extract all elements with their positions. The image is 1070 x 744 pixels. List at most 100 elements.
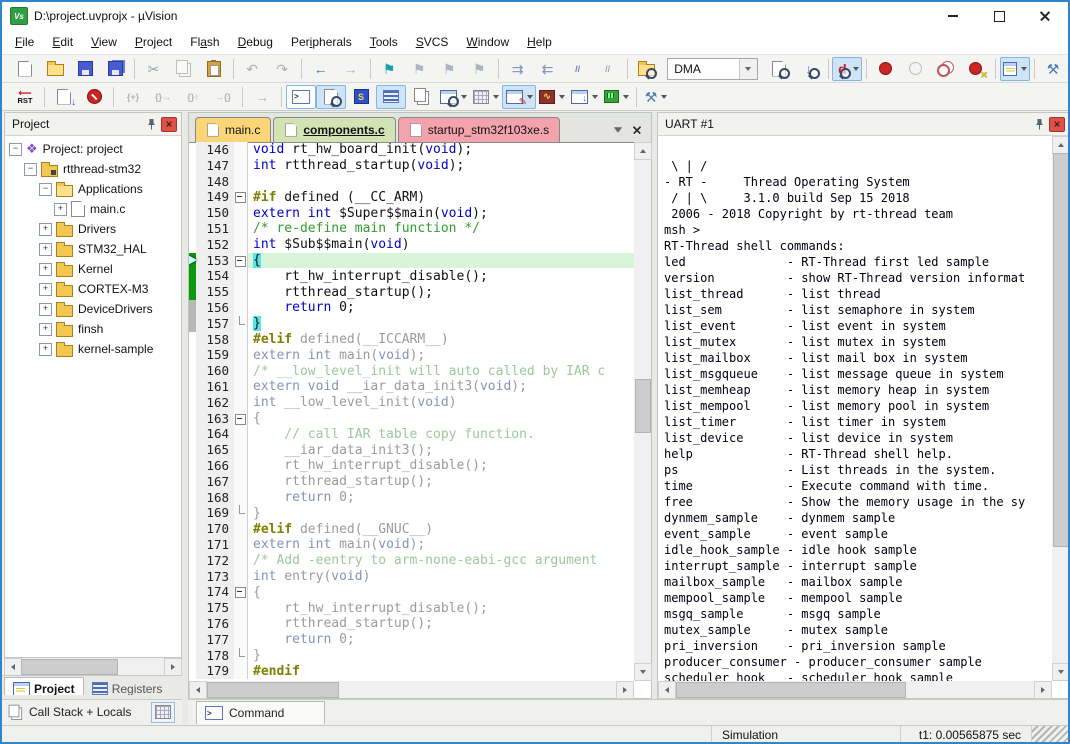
tree-item-finsh[interactable]: +finsh <box>5 319 181 339</box>
editor-horizontal-scrollbar[interactable] <box>189 681 634 698</box>
fold-gutter[interactable] <box>234 411 248 427</box>
menu-window[interactable]: Window <box>457 32 518 52</box>
system-viewer-windows-button[interactable] <box>568 85 601 109</box>
bookmark-previous-button[interactable]: ⚑ <box>404 57 434 81</box>
save-all-button[interactable] <box>100 57 130 81</box>
copy-button[interactable] <box>169 57 199 81</box>
minimize-button[interactable] <box>930 2 976 30</box>
undo-button[interactable]: ↶ <box>237 57 267 81</box>
tab-list-dropdown-button[interactable] <box>614 127 622 133</box>
menu-help[interactable]: Help <box>518 32 561 52</box>
paste-button[interactable] <box>199 57 229 81</box>
show-next-statement-button[interactable]: → <box>247 85 277 109</box>
run-button[interactable]: ↓ <box>49 85 79 109</box>
tree-item-stm32-hal[interactable]: +STM32_HAL <box>5 239 181 259</box>
tree-item-main-c[interactable]: +main.c <box>5 199 181 219</box>
analysis-windows-button[interactable]: ∿ <box>536 85 568 109</box>
tree-item-kernel-sample[interactable]: +kernel-sample <box>5 339 181 359</box>
menu-svcs[interactable]: SVCS <box>407 32 458 52</box>
kill-all-breakpoints-button[interactable]: ✕ <box>961 57 991 81</box>
tab-main-c[interactable]: main.c <box>195 117 271 142</box>
expand-icon[interactable]: + <box>39 263 52 276</box>
menu-tools[interactable]: Tools <box>361 32 407 52</box>
serial-windows-button[interactable]: ✎ <box>502 85 536 109</box>
stop-button[interactable] <box>79 85 109 109</box>
tree-item-kernel[interactable]: +Kernel <box>5 259 181 279</box>
insert-remove-breakpoint-button[interactable] <box>871 57 901 81</box>
tree-item-project-project[interactable]: −❖Project: project <box>5 139 181 159</box>
watch-windows-button[interactable] <box>436 85 470 109</box>
bookmark-next-button[interactable]: ⚑ <box>434 57 464 81</box>
run-to-cursor-button[interactable]: →{} <box>208 85 238 109</box>
expand-icon[interactable]: + <box>39 223 52 236</box>
memory-windows-button[interactable] <box>470 85 502 109</box>
debug-tools-button[interactable]: ⚒ <box>641 85 671 109</box>
uart-vertical-scrollbar[interactable] <box>1052 136 1069 681</box>
call-stack-window-button[interactable] <box>406 85 436 109</box>
find-button[interactable] <box>764 57 794 81</box>
find-in-files-button[interactable] <box>631 57 661 81</box>
expand-icon[interactable]: + <box>39 243 52 256</box>
file-search-dropdown-button[interactable] <box>739 59 757 79</box>
close-document-button[interactable] <box>632 125 642 135</box>
bookmark-toggle-button[interactable]: ⚑ <box>374 57 404 81</box>
customize-tools-button[interactable]: ⚒ <box>1038 57 1068 81</box>
step-into-button[interactable]: {+} <box>118 85 148 109</box>
menu-view[interactable]: View <box>82 32 126 52</box>
project-horizontal-scrollbar[interactable] <box>4 658 182 675</box>
expand-icon[interactable]: + <box>39 343 52 356</box>
step-over-button[interactable]: {}→ <box>148 85 178 109</box>
command-window-button[interactable]: > <box>286 85 316 109</box>
code-area[interactable]: 146void rt_hw_board_init(void);147int rt… <box>189 142 635 679</box>
open-file-button[interactable] <box>40 57 70 81</box>
code-editor[interactable]: main.ccomponents.cstartup_stm32f103xe.s … <box>188 112 652 699</box>
window-views-button[interactable] <box>1000 57 1030 81</box>
tree-item-devicedrivers[interactable]: +DeviceDrivers <box>5 299 181 319</box>
tree-item-rtthread-stm32[interactable]: −rtthread-stm32 <box>5 159 181 179</box>
pin-button[interactable] <box>144 117 158 131</box>
fold-gutter[interactable] <box>234 584 248 600</box>
resize-grip[interactable] <box>1031 726 1068 744</box>
uncomment-selection-button[interactable]: // <box>593 57 623 81</box>
collapse-icon[interactable]: − <box>24 163 37 176</box>
close-button[interactable] <box>1022 2 1068 30</box>
disable-all-breakpoints-button[interactable] <box>931 57 961 81</box>
tree-item-drivers[interactable]: +Drivers <box>5 219 181 239</box>
comment-selection-button[interactable]: // <box>563 57 593 81</box>
collapse-icon[interactable]: − <box>39 183 52 196</box>
maximize-button[interactable] <box>976 2 1022 30</box>
toolbox-window-button[interactable] <box>601 85 632 109</box>
navigate-back-button[interactable]: ← <box>306 57 336 81</box>
project-tree[interactable]: −❖Project: project−rtthread-stm32−Applic… <box>5 135 181 657</box>
tab-startup-stm32f103xe-s[interactable]: startup_stm32f103xe.s <box>398 117 560 142</box>
reset-button[interactable]: ⟵RST <box>10 85 40 109</box>
step-out-button[interactable]: {}↑ <box>178 85 208 109</box>
uart-horizontal-scrollbar[interactable] <box>658 681 1052 698</box>
callstack-bar[interactable]: Call Stack + Locals <box>2 699 184 724</box>
menu-debug[interactable]: Debug <box>229 32 282 52</box>
outdent-button[interactable]: ⇇ <box>533 57 563 81</box>
expand-icon[interactable]: + <box>39 303 52 316</box>
tree-item-applications[interactable]: −Applications <box>5 179 181 199</box>
redo-button[interactable]: ↷ <box>267 57 297 81</box>
symbol-window-button[interactable]: S <box>346 85 376 109</box>
fold-gutter[interactable] <box>234 253 248 269</box>
memory-grid-button[interactable] <box>151 702 175 723</box>
menu-project[interactable]: Project <box>126 32 181 52</box>
expand-icon[interactable]: + <box>39 323 52 336</box>
cut-button[interactable]: ✂ <box>139 57 169 81</box>
file-search-combo[interactable]: DMA <box>667 58 758 80</box>
menu-edit[interactable]: Edit <box>43 32 82 52</box>
menu-flash[interactable]: Flash <box>181 32 228 52</box>
uart1-output[interactable]: \ | /- RT - Thread Operating System / | … <box>658 136 1060 681</box>
bookmark-clear-all-button[interactable]: ⚑ <box>464 57 494 81</box>
expand-icon[interactable]: + <box>39 283 52 296</box>
start-stop-debug-session-button[interactable]: d <box>832 57 862 81</box>
project-panel-close-button[interactable] <box>161 117 177 132</box>
incremental-find-button[interactable]: ↓ <box>794 57 824 81</box>
tab-components-c[interactable]: components.c <box>273 117 395 142</box>
uart1-panel-close-button[interactable] <box>1049 117 1065 132</box>
pin-button[interactable] <box>1032 117 1046 131</box>
menu-file[interactable]: File <box>6 32 43 52</box>
registers-window-button[interactable] <box>376 85 406 109</box>
